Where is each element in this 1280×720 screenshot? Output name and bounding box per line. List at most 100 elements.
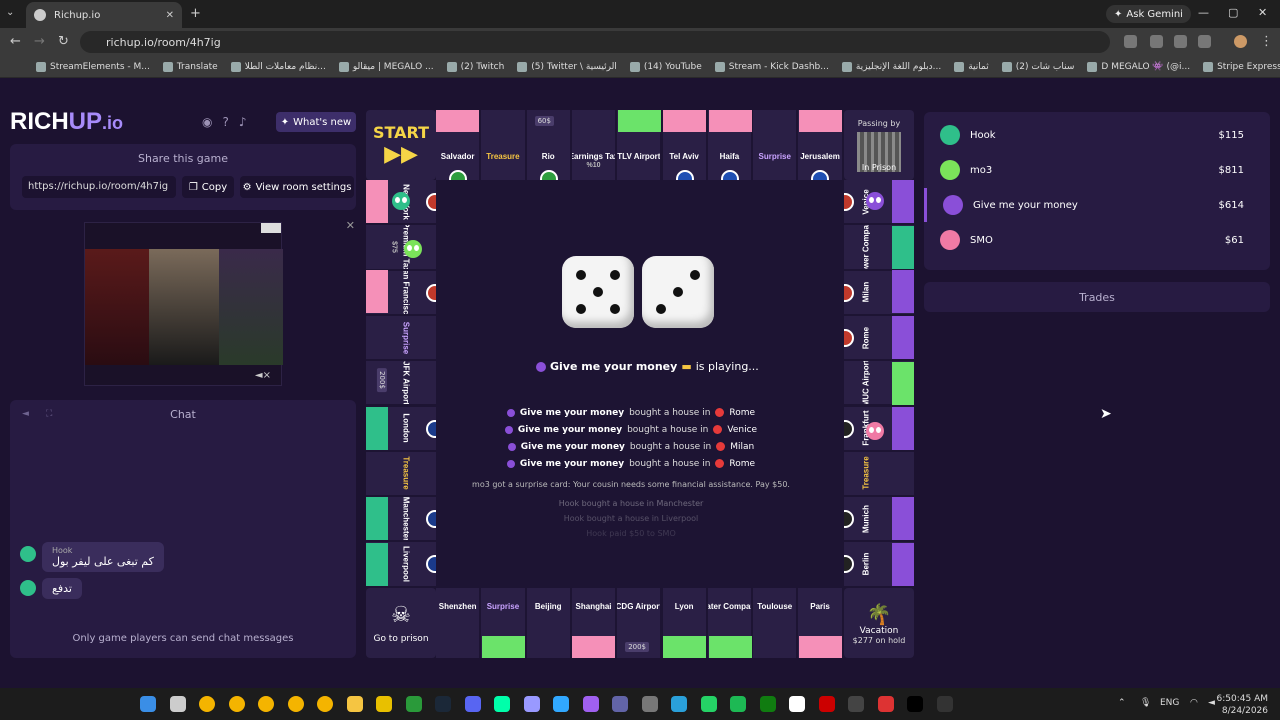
volume-icon[interactable]: ◄ (1208, 698, 1215, 708)
bookmark-item[interactable]: Translate (162, 61, 218, 72)
bookmark-item[interactable]: نظام معاملات الطلا... (230, 61, 326, 72)
capcut-icon[interactable] (789, 696, 805, 712)
profile-avatar[interactable] (1234, 35, 1247, 48)
browser-menu-icon[interactable]: ⋮ (1260, 34, 1273, 49)
chrome-icon[interactable] (317, 696, 333, 712)
telegram-icon[interactable] (671, 696, 687, 712)
bookmark-item[interactable]: (5) Twitter \ الرئيسية (517, 61, 617, 72)
screen-icon[interactable] (848, 696, 864, 712)
bookmark-item[interactable]: ثمانية (954, 61, 989, 72)
tile-jfk-airport[interactable]: JFK Airport 200$ (366, 361, 436, 405)
bookmark-item[interactable]: ميقالو | MEGALO ... (338, 61, 434, 72)
whatsapp-icon[interactable] (700, 696, 717, 712)
ad-choices-icon[interactable] (261, 223, 281, 233)
tile-treasure[interactable]: Treasure (481, 110, 525, 180)
bookmark-item[interactable]: دبلوم اللغة الإنجليزية... (841, 61, 941, 72)
maximize-icon[interactable]: ▢ (1228, 6, 1238, 19)
extension-icon[interactable] (1174, 35, 1187, 48)
tile-premium-tax[interactable]: Premium Tax $75 (366, 225, 436, 269)
tile-rio[interactable]: Rio 60$ (526, 110, 570, 180)
premiere-icon[interactable] (523, 696, 540, 712)
bookmark-item[interactable]: D MEGALO 👾 (@i... (1087, 61, 1190, 72)
tile-beijing[interactable]: Beijing (526, 588, 570, 658)
start-corner[interactable]: START ▶▶ (366, 110, 436, 180)
notes-icon[interactable] (376, 696, 392, 712)
go-to-prison-corner[interactable]: ☠ Go to prison (366, 588, 436, 658)
trades-button[interactable]: Trades (924, 282, 1270, 312)
terminal-icon[interactable] (405, 696, 422, 712)
microphone-icon[interactable]: 🎙 (1140, 698, 1151, 708)
tile-surprise[interactable]: Surprise (753, 110, 797, 180)
copy-button[interactable]: ❐ Copy (182, 176, 234, 198)
log-entry-faded: Hook bought a house in Liverpool (563, 514, 699, 523)
ps-icon[interactable] (553, 696, 569, 712)
app-icon[interactable] (936, 696, 953, 712)
bookmark-item[interactable]: (14) YouTube (629, 61, 702, 72)
view-room-settings-button[interactable]: ⚙ View room settings (240, 176, 354, 198)
start-icon[interactable] (140, 696, 156, 712)
extensions-puzzle-icon[interactable] (1198, 35, 1211, 48)
discord-icon[interactable] (464, 696, 481, 712)
chrome-icon[interactable] (258, 696, 274, 712)
files-icon[interactable] (346, 696, 363, 712)
teams-icon[interactable] (612, 696, 628, 712)
prison-corner[interactable]: Passing by In Prison (844, 110, 914, 180)
wifi-icon[interactable]: ◠ (1190, 698, 1198, 708)
advertisement[interactable]: ✕ ◄× (84, 219, 355, 386)
bookmark-item[interactable]: (2) سناب شات (1001, 61, 1074, 72)
tile-cdg-airport[interactable]: CDG Airport 200$ (617, 588, 661, 658)
extension-icon[interactable] (1124, 35, 1137, 48)
mute-icon[interactable]: ♪ (239, 115, 247, 129)
tray-overflow-icon[interactable]: ⌃ (1118, 698, 1126, 708)
back-icon[interactable]: ← (10, 34, 21, 49)
player-row[interactable]: SMO $61 (924, 223, 1270, 257)
ask-gemini-button[interactable]: ✦ Ask Gemini (1106, 5, 1191, 23)
app-icon[interactable] (877, 696, 894, 712)
bookmark-item[interactable]: Stripe Express (1203, 61, 1280, 72)
tile-treasure[interactable]: Treasure (366, 451, 436, 496)
minimize-icon[interactable]: — (1198, 6, 1209, 19)
media-icon[interactable] (582, 696, 599, 712)
search-icon[interactable] (169, 696, 186, 712)
ad-mute-icon[interactable]: ◄× (255, 370, 271, 381)
player-row[interactable]: mo3 $811 (924, 153, 1270, 187)
chrome-icon[interactable] (228, 696, 245, 712)
whats-new-button[interactable]: ✦ What's new (276, 112, 356, 132)
tab-search-icon[interactable]: ⌄ (6, 7, 14, 18)
tile-earnings-tax[interactable]: Earnings Tax%10 (571, 110, 616, 180)
bookmark-item[interactable]: (2) Twitch (446, 61, 504, 72)
tile-toulouse[interactable]: Toulouse (753, 588, 797, 658)
chrome-icon[interactable] (199, 696, 215, 712)
url-field[interactable]: richup.io/room/4h7ig (80, 31, 1110, 53)
close-tab-icon[interactable]: ✕ (166, 10, 174, 21)
settings-icon[interactable] (641, 696, 658, 712)
steam-icon[interactable] (435, 696, 451, 712)
close-ad-icon[interactable]: ✕ (346, 219, 355, 232)
tile-surprise[interactable]: Surprise (366, 315, 436, 360)
tiktok-icon[interactable] (907, 696, 923, 712)
forward-icon[interactable]: → (34, 34, 45, 49)
bookmark-item[interactable]: Stream - Kick Dashb... (714, 61, 829, 72)
record-icon[interactable] (818, 696, 835, 712)
help-icon[interactable]: ? (222, 115, 228, 129)
close-window-icon[interactable]: ✕ (1258, 6, 1267, 19)
vacation-corner[interactable]: 🌴 Vacation $277 on hold (844, 588, 914, 658)
player-row[interactable]: Hook $115 (924, 118, 1270, 152)
share-link-field[interactable]: https://richup.io/room/4h7ig (22, 176, 176, 198)
reload-icon[interactable]: ↻ (58, 34, 69, 49)
extension-icon[interactable] (1150, 35, 1163, 48)
system-clock[interactable]: 6:50:45 AM 8/24/2026 (1217, 693, 1268, 717)
tile-shenzhen[interactable]: Shenzhen (436, 588, 480, 658)
chrome-icon[interactable] (287, 696, 304, 712)
xbox-icon[interactable] (759, 696, 776, 712)
richup-logo[interactable]: RICHUP.io (10, 108, 123, 136)
edge-icon[interactable] (494, 696, 510, 712)
spotify-icon[interactable] (730, 696, 746, 712)
discord-icon[interactable]: ◉ (202, 115, 212, 129)
keyboard-language[interactable]: ENG (1160, 698, 1179, 708)
browser-tab[interactable]: Richup.io ✕ (26, 2, 182, 28)
tile-treasure[interactable]: Treasure (844, 451, 914, 496)
new-tab-icon[interactable]: + (190, 6, 201, 21)
bookmark-item[interactable]: StreamElements - M... (36, 61, 150, 72)
player-row[interactable]: Give me your money $614 (924, 188, 1270, 222)
